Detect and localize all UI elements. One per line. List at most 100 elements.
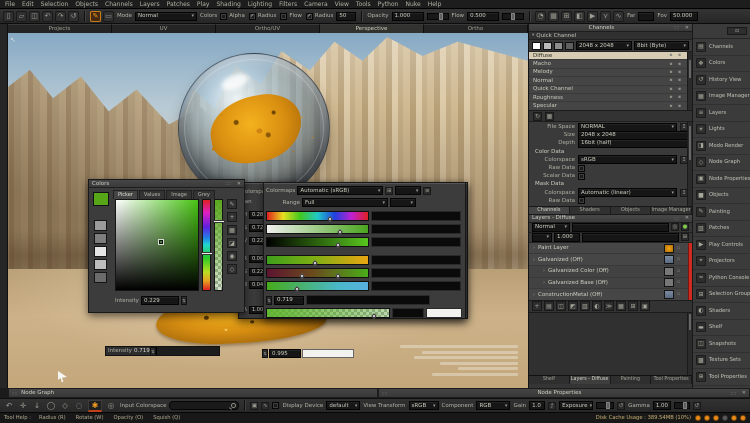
- layer-filter-dropdown[interactable]: [532, 233, 552, 242]
- layer-action-icon[interactable]: ⊞: [628, 301, 638, 311]
- option-checkbox[interactable]: [280, 13, 287, 20]
- sidebar-item[interactable]: ↺ History View: [693, 72, 750, 89]
- saturation-value-picker[interactable]: [115, 199, 199, 291]
- bottom-tool-icon[interactable]: ◇: [59, 400, 71, 411]
- flow-slider[interactable]: [502, 13, 524, 20]
- current-color-swatch[interactable]: [93, 192, 109, 206]
- gain-field[interactable]: 1.0: [529, 401, 545, 410]
- fov-field[interactable]: 50.000: [670, 12, 698, 21]
- layers-panel-titlebar[interactable]: Layers - Diffuse ∷∷ ✕: [529, 215, 692, 223]
- value-number-field[interactable]: 0.995: [269, 349, 301, 358]
- caret-icon[interactable]: ›: [543, 280, 545, 286]
- paint-tool-icon[interactable]: ▭: [103, 11, 114, 22]
- layer-add-icon[interactable]: ⊞: [681, 233, 689, 241]
- menu-item[interactable]: Channels: [105, 1, 133, 8]
- mid-gradient-strip[interactable]: [306, 295, 430, 305]
- channel-swatch[interactable]: [532, 42, 541, 50]
- colors-side-icon[interactable]: ◪: [227, 238, 237, 248]
- viewport-tab[interactable]: Ortho/UV: [216, 24, 320, 33]
- node-graph-bar[interactable]: ∷∷ Node Graph: [8, 388, 378, 398]
- menu-item[interactable]: Patches: [167, 1, 190, 8]
- gradient-handle[interactable]: [300, 273, 306, 279]
- layer-action-icon[interactable]: ▤: [544, 301, 554, 311]
- caret-icon[interactable]: ›: [533, 257, 535, 263]
- layer-action-icon[interactable]: ◩: [568, 301, 578, 311]
- saturation-gradient-strip[interactable]: [266, 224, 369, 234]
- mid-value-field[interactable]: 0.719: [274, 296, 304, 305]
- menu-item[interactable]: Nuke: [405, 1, 420, 8]
- channel-row[interactable]: Macho ▪ ▪: [529, 60, 692, 68]
- channel-row[interactable]: Roughness ▪ ▪: [529, 94, 692, 102]
- mode-dropdown[interactable]: Normal: [135, 12, 197, 21]
- dock-tab[interactable]: Shelf: [529, 376, 570, 384]
- menu-item[interactable]: Layers: [140, 1, 160, 8]
- menu-item[interactable]: Play: [197, 1, 210, 8]
- radius-field[interactable]: 50: [336, 12, 356, 21]
- view-toolbar-icon[interactable]: ▦: [548, 11, 559, 22]
- display-device-dropdown[interactable]: default: [326, 401, 360, 410]
- menu-item[interactable]: Help: [428, 1, 442, 8]
- hue-strip[interactable]: [202, 199, 211, 291]
- toolbar-icon[interactable]: ↺: [68, 11, 79, 22]
- hue-gradient-strip[interactable]: [266, 211, 369, 221]
- color-swatch[interactable]: [94, 272, 107, 283]
- menu-item[interactable]: Tools: [356, 1, 371, 8]
- bottom-tool-icon[interactable]: ✛: [17, 400, 29, 411]
- colors-dialog-tab[interactable]: Grey: [193, 190, 215, 199]
- view-transform-dropdown[interactable]: sRGB: [409, 401, 439, 410]
- layer-action-icon[interactable]: ▧: [580, 301, 590, 311]
- hue-handle[interactable]: [201, 252, 213, 255]
- toolbar-icon[interactable]: ▯: [3, 11, 14, 22]
- dock-tab[interactable]: Tool Properties: [651, 376, 692, 384]
- option-checkbox[interactable]: ✓: [249, 13, 256, 20]
- layer-amount-field[interactable]: 1.000: [554, 233, 580, 242]
- layer-action-icon[interactable]: +: [532, 301, 542, 311]
- gradient-handle[interactable]: [313, 260, 319, 266]
- red-gradient-strip[interactable]: [266, 255, 369, 265]
- sidebar-item[interactable]: ▬ Shelf: [693, 320, 750, 337]
- green-gradient-strip[interactable]: [266, 268, 369, 278]
- color-swatch[interactable]: [94, 246, 107, 257]
- menu-item[interactable]: Edit: [22, 1, 34, 8]
- close-icon[interactable]: ✕: [685, 215, 689, 221]
- color-swatch[interactable]: [94, 259, 107, 270]
- status-dot-icon[interactable]: [722, 415, 728, 421]
- panel-tab[interactable]: Shaders: [570, 207, 611, 214]
- component-dropdown[interactable]: RGB: [476, 401, 510, 410]
- menu-item[interactable]: Lighting: [248, 1, 272, 8]
- paint-tool-icon[interactable]: ✎: [90, 11, 101, 22]
- channel-swatch[interactable]: [565, 42, 574, 50]
- alpha-handle[interactable]: [213, 220, 225, 223]
- view-toolbar-icon[interactable]: ∿: [613, 11, 624, 22]
- layer-search-field[interactable]: [582, 233, 679, 242]
- flow-field[interactable]: 0.500: [467, 12, 499, 21]
- scalar-data-checkbox[interactable]: [578, 173, 585, 180]
- display-checkbox[interactable]: [272, 402, 279, 409]
- floating-intensity-track[interactable]: [156, 347, 219, 355]
- opacity-field[interactable]: 1.000: [392, 12, 424, 21]
- menu-item[interactable]: Selection: [41, 1, 69, 8]
- floating-intensity-slider[interactable]: Intensity 0.719 ⇅: [105, 346, 220, 356]
- toolbar-icon[interactable]: ▱: [16, 11, 27, 22]
- gamma-reset-icon[interactable]: ↺: [693, 402, 701, 410]
- bottom-tool-icon[interactable]: ↓: [31, 400, 43, 411]
- color-swatch[interactable]: [94, 233, 107, 244]
- colorspace-dropdown[interactable]: sRGB: [578, 155, 677, 164]
- opacity-slider[interactable]: [427, 13, 449, 20]
- view-toolbar-icon[interactable]: ◧: [574, 11, 585, 22]
- sidebar-item[interactable]: ≈ Python Console: [693, 270, 750, 287]
- menu-item[interactable]: File: [5, 1, 15, 8]
- layer-action-icon[interactable]: ≫: [604, 301, 614, 311]
- mid-value-stepper[interactable]: ⇅: [266, 296, 272, 305]
- gradient-handle[interactable]: [337, 229, 343, 235]
- sidebar-item[interactable]: ▣ Node Properties: [693, 171, 750, 188]
- channel-size-dropdown[interactable]: 2048 x 2048: [576, 41, 632, 50]
- viewport-tab[interactable]: Ortho: [424, 24, 528, 33]
- channel-row[interactable]: Melody ▪ ▪: [529, 69, 692, 77]
- exposure-reset-icon[interactable]: ↺: [617, 402, 625, 410]
- range-extra-dropdown[interactable]: [390, 198, 416, 207]
- view-toolbar-icon[interactable]: ▶: [587, 11, 598, 22]
- channel-row[interactable]: Diffuse ▪ ▪: [529, 52, 692, 60]
- panel-tab[interactable]: Objects: [611, 207, 652, 214]
- layer-action-icon[interactable]: ▦: [616, 301, 626, 311]
